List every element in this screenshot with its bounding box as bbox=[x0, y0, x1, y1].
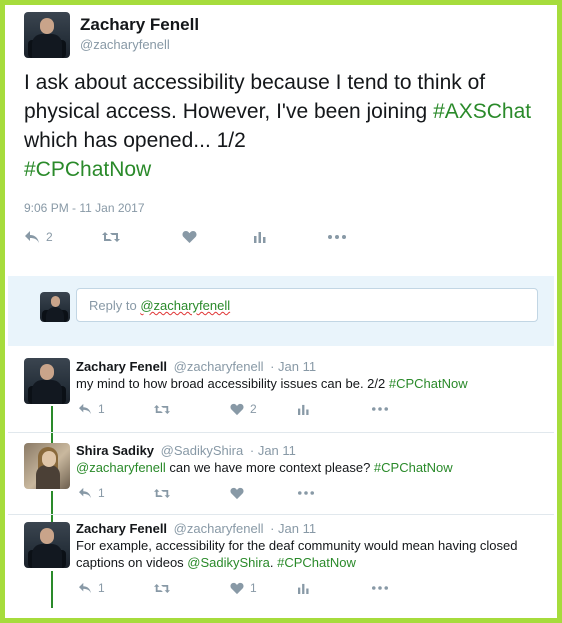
reply-icon bbox=[79, 582, 91, 594]
tweet-author[interactable]: Shira Sadiky @SadikyShira · Jan 11 bbox=[76, 443, 296, 458]
reply-icon bbox=[79, 487, 91, 499]
avatar[interactable] bbox=[24, 443, 70, 489]
heart-icon bbox=[230, 487, 244, 499]
analytics-button[interactable] bbox=[298, 404, 372, 415]
tweet-actions: 1 1 bbox=[78, 581, 388, 595]
tweet-text-part: captions on videos bbox=[76, 555, 188, 570]
analytics-icon bbox=[254, 232, 266, 243]
tweet-actions: 2 bbox=[24, 230, 346, 244]
tweet-text: For example, accessibility for the deaf … bbox=[76, 537, 536, 571]
analytics-icon bbox=[298, 583, 309, 594]
reply-button[interactable]: 2 bbox=[24, 230, 102, 244]
thread-tweet[interactable]: Shira Sadiky @SadikyShira · Jan 11 @zach… bbox=[8, 433, 554, 514]
hashtag-link[interactable]: #CPChatNow bbox=[389, 376, 468, 391]
like-button[interactable] bbox=[182, 230, 254, 244]
thread-connector bbox=[51, 491, 53, 514]
tweet-date[interactable]: · Jan 11 bbox=[270, 359, 316, 374]
tweet-text-part: which has opened... 1/2 bbox=[24, 129, 246, 152]
heart-icon bbox=[182, 231, 197, 243]
more-button[interactable] bbox=[372, 586, 388, 590]
author-handle[interactable]: @zacharyfenell bbox=[174, 359, 264, 374]
like-button[interactable]: 1 bbox=[230, 581, 298, 595]
more-icon bbox=[372, 407, 388, 411]
retweet-icon bbox=[102, 232, 120, 242]
hashtag-link[interactable]: #CPChatNow bbox=[374, 460, 453, 475]
current-user-avatar bbox=[40, 292, 70, 322]
tweet-text-part: can we have more context please? bbox=[165, 460, 374, 475]
retweet-button[interactable] bbox=[102, 231, 182, 243]
main-tweet: Zachary Fenell @zacharyfenell I ask abou… bbox=[8, 8, 554, 272]
retweet-icon bbox=[154, 583, 170, 593]
thread-connector bbox=[51, 433, 53, 443]
like-button[interactable] bbox=[230, 487, 298, 500]
avatar[interactable] bbox=[24, 522, 70, 568]
retweet-button[interactable] bbox=[154, 583, 230, 594]
retweet-icon bbox=[154, 488, 170, 498]
heart-icon bbox=[230, 582, 244, 594]
reply-composer: Reply to @zacharyfenell bbox=[8, 276, 554, 346]
mention-link[interactable]: @SadikyShira bbox=[187, 555, 270, 570]
avatar[interactable] bbox=[24, 358, 70, 404]
thread-tweet[interactable]: Zachary Fenell @zacharyfenell · Jan 11 m… bbox=[8, 350, 554, 432]
like-count: 1 bbox=[250, 581, 257, 595]
reply-icon bbox=[79, 403, 91, 415]
tweet-text: my mind to how broad accessibility issue… bbox=[76, 375, 536, 392]
tweet-text: I ask about accessibility because I tend… bbox=[24, 68, 544, 184]
author-name[interactable]: Zachary Fenell bbox=[76, 521, 167, 536]
analytics-button[interactable] bbox=[298, 583, 372, 594]
like-button[interactable]: 2 bbox=[230, 402, 298, 416]
author-handle[interactable]: @SadikyShira bbox=[161, 443, 244, 458]
analytics-icon bbox=[298, 404, 309, 415]
hashtag-link[interactable]: #AXSChat bbox=[433, 100, 531, 123]
reply-button[interactable]: 1 bbox=[78, 486, 154, 500]
hashtag-link[interactable]: #CPChatNow bbox=[277, 555, 356, 570]
thread-connector bbox=[51, 571, 53, 608]
thread-tweet[interactable]: Zachary Fenell @zacharyfenell · Jan 11 F… bbox=[8, 515, 554, 614]
author-handle[interactable]: @zacharyfenell bbox=[80, 37, 170, 52]
more-button[interactable] bbox=[372, 407, 388, 411]
thread-connector bbox=[51, 406, 53, 432]
more-button[interactable] bbox=[328, 235, 346, 239]
like-count: 2 bbox=[250, 402, 257, 416]
tweet-date[interactable]: · Jan 11 bbox=[250, 443, 296, 458]
reply-button[interactable]: 1 bbox=[78, 402, 154, 416]
tweet-author[interactable]: Zachary Fenell @zacharyfenell · Jan 11 bbox=[76, 521, 316, 536]
more-button[interactable] bbox=[298, 491, 314, 495]
reply-input[interactable]: Reply to @zacharyfenell bbox=[76, 288, 538, 322]
tweet-timestamp[interactable]: 9:06 PM - 11 Jan 2017 bbox=[24, 201, 145, 215]
tweet-actions: 1 2 bbox=[78, 402, 388, 416]
author-handle[interactable]: @zacharyfenell bbox=[174, 521, 264, 536]
reply-count: 1 bbox=[98, 581, 105, 595]
reply-count: 2 bbox=[46, 230, 53, 244]
reply-count: 1 bbox=[98, 402, 105, 416]
more-icon bbox=[372, 586, 388, 590]
tweet-text-part: I ask about accessibility because I tend… bbox=[24, 71, 486, 123]
author-name[interactable]: Zachary Fenell bbox=[76, 359, 167, 374]
reply-icon bbox=[25, 231, 39, 243]
reply-button[interactable]: 1 bbox=[78, 581, 154, 595]
heart-icon bbox=[230, 403, 244, 415]
author-name[interactable]: Zachary Fenell bbox=[80, 15, 199, 35]
avatar[interactable] bbox=[24, 12, 70, 58]
retweet-button[interactable] bbox=[154, 488, 230, 499]
reply-prefix: Reply to bbox=[89, 298, 141, 313]
more-icon bbox=[298, 491, 314, 495]
reply-mention: @zacharyfenell bbox=[140, 298, 231, 313]
mention-link[interactable]: @zacharyfenell bbox=[76, 460, 166, 475]
author-name[interactable]: Shira Sadiky bbox=[76, 443, 154, 458]
reply-count: 1 bbox=[98, 486, 105, 500]
tweet-actions: 1 bbox=[78, 486, 314, 500]
tweet-text-part: For example, accessibility for the deaf … bbox=[76, 538, 518, 553]
thread-connector bbox=[51, 515, 53, 522]
tweet-text: @zacharyfenell can we have more context … bbox=[76, 459, 536, 476]
retweet-icon bbox=[154, 404, 170, 414]
hashtag-link[interactable]: #CPChatNow bbox=[24, 158, 151, 181]
tweet-date[interactable]: · Jan 11 bbox=[270, 521, 316, 536]
tweet-text-part: my mind to how broad accessibility issue… bbox=[76, 376, 389, 391]
retweet-button[interactable] bbox=[154, 404, 230, 415]
more-icon bbox=[328, 235, 346, 239]
analytics-button[interactable] bbox=[254, 231, 328, 243]
tweet-author[interactable]: Zachary Fenell @zacharyfenell · Jan 11 bbox=[76, 359, 316, 374]
